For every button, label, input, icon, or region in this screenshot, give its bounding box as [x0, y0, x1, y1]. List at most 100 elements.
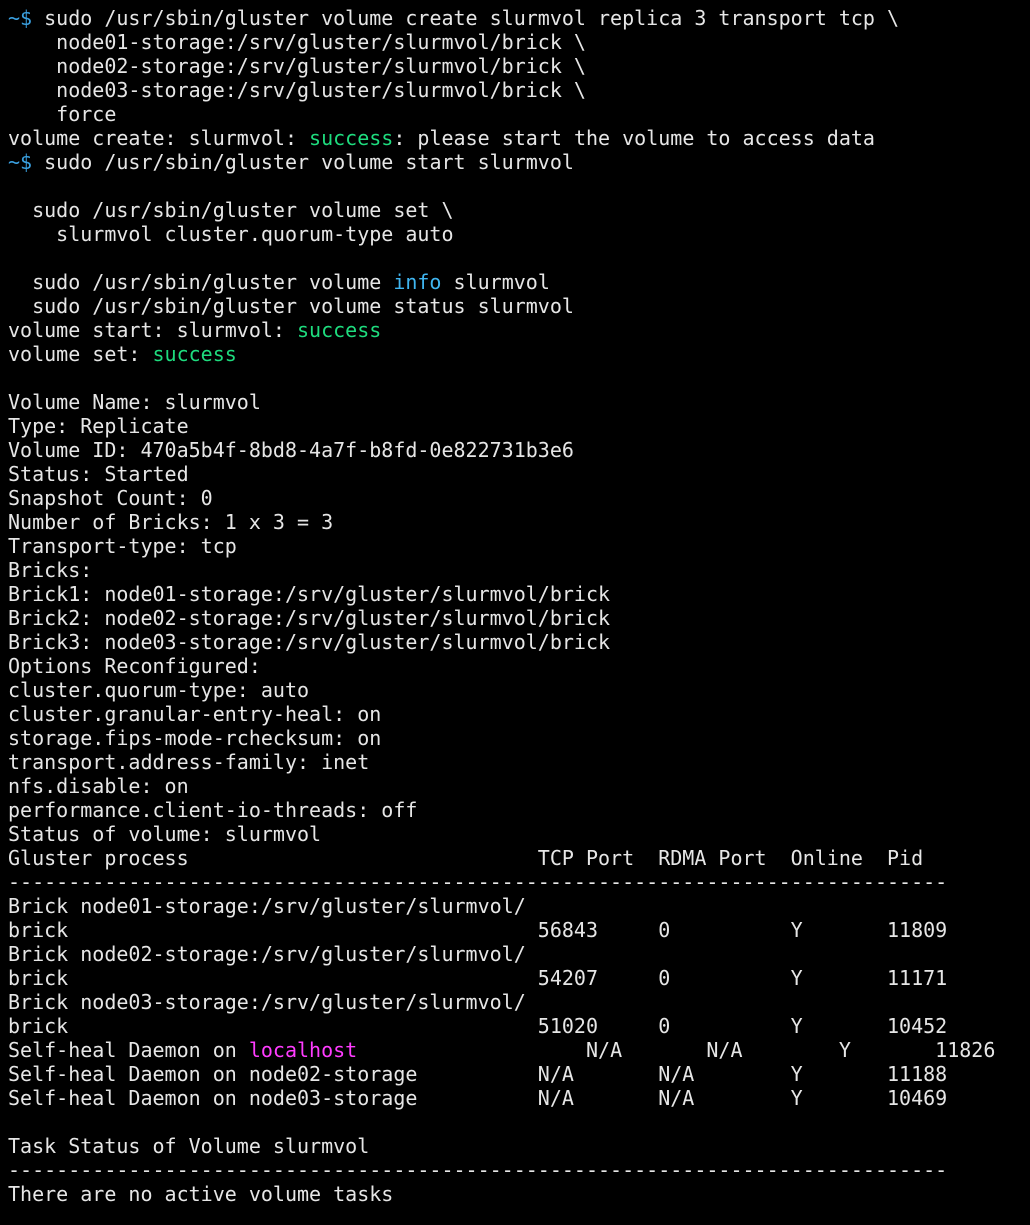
terminal-line: Brick1: node01-storage:/srv/gluster/slur…: [8, 582, 1028, 606]
terminal-text: slurmvol cluster.quorum-type auto: [8, 222, 454, 246]
terminal-line: Brick2: node02-storage:/srv/gluster/slur…: [8, 606, 1028, 630]
terminal-text: transport.address-family: inet: [8, 750, 370, 774]
shell-prompt: ~$: [8, 6, 45, 30]
terminal-text: sudo /usr/sbin/gluster volume create slu…: [44, 6, 900, 30]
terminal-text: sudo /usr/sbin/gluster volume start slur…: [44, 150, 574, 174]
terminal-line: Volume Name: slurmvol: [8, 390, 1028, 414]
terminal-line: Brick3: node03-storage:/srv/gluster/slur…: [8, 630, 1028, 654]
terminal-line: ~$ sudo /usr/sbin/gluster volume start s…: [8, 150, 1028, 174]
terminal-text: node03-storage:/srv/gluster/slurmvol/bri…: [8, 78, 586, 102]
terminal-line: slurmvol cluster.quorum-type auto: [8, 222, 1028, 246]
terminal-text: ----------------------------------------…: [8, 1158, 948, 1182]
terminal-line: storage.fips-mode-rchecksum: on: [8, 726, 1028, 750]
terminal-line: brick 56843 0 Y 11809: [8, 918, 1028, 942]
terminal-text: info: [393, 270, 442, 294]
terminal-line: Status of volume: slurmvol: [8, 822, 1028, 846]
terminal-text: Volume Name: slurmvol: [8, 390, 261, 414]
terminal-line: Gluster process TCP Port RDMA Port Onlin…: [8, 846, 1028, 870]
terminal-text: force: [8, 102, 117, 126]
terminal-text: brick 51020 0 Y 10452: [8, 1014, 948, 1038]
terminal-line: nfs.disable: on: [8, 774, 1028, 798]
terminal-text: Brick2: node02-storage:/srv/gluster/slur…: [8, 606, 611, 630]
terminal-text: Options Reconfigured:: [8, 654, 261, 678]
terminal-text: Bricks:: [8, 558, 93, 582]
terminal-line: transport.address-family: inet: [8, 750, 1028, 774]
terminal-text: localhost: [248, 1038, 358, 1062]
terminal-line: Brick node03-storage:/srv/gluster/slurmv…: [8, 990, 1028, 1014]
terminal-text: Gluster process TCP Port RDMA Port Onlin…: [8, 846, 924, 870]
terminal-text: ----------------------------------------…: [8, 870, 948, 894]
terminal-text: Brick node03-storage:/srv/gluster/slurmv…: [8, 990, 526, 1014]
terminal-line: brick 54207 0 Y 11171: [8, 966, 1028, 990]
terminal-text: success: [309, 126, 394, 150]
terminal-text: cluster.granular-entry-heal: on: [8, 702, 382, 726]
terminal-text: node01-storage:/srv/gluster/slurmvol/bri…: [8, 30, 586, 54]
terminal-text: Self-heal Daemon on: [8, 1038, 249, 1062]
terminal-text: volume create: slurmvol:: [8, 126, 310, 150]
terminal-line: Brick node02-storage:/srv/gluster/slurmv…: [8, 942, 1028, 966]
terminal-text: volume start: slurmvol:: [8, 318, 297, 342]
terminal-line: sudo /usr/sbin/gluster volume info slurm…: [8, 270, 1028, 294]
terminal-line: Self-heal Daemon on node02-storage N/A N…: [8, 1062, 1028, 1086]
terminal-text: Snapshot Count: 0: [8, 486, 213, 510]
terminal-text: Transport-type: tcp: [8, 534, 237, 558]
terminal-text: success: [296, 318, 382, 342]
terminal-line: Self-heal Daemon on node03-storage N/A N…: [8, 1086, 1028, 1110]
terminal-text: Self-heal Daemon on node02-storage N/A N…: [8, 1062, 948, 1086]
terminal-line: volume create: slurmvol: success: please…: [8, 126, 1028, 150]
terminal-text: Brick3: node03-storage:/srv/gluster/slur…: [8, 630, 611, 654]
terminal-text: success: [152, 342, 237, 366]
terminal-text: Task Status of Volume slurmvol: [8, 1134, 370, 1158]
terminal-line: ~$ sudo /usr/sbin/gluster volume create …: [8, 6, 1028, 30]
terminal-line: Number of Bricks: 1 x 3 = 3: [8, 510, 1028, 534]
terminal-line: Status: Started: [8, 462, 1028, 486]
terminal-text: nfs.disable: on: [8, 774, 189, 798]
terminal-line: There are no active volume tasks: [8, 1182, 1028, 1206]
terminal-line: sudo /usr/sbin/gluster volume status slu…: [8, 294, 1028, 318]
terminal-text: Brick node01-storage:/srv/gluster/slurmv…: [8, 894, 526, 918]
terminal-line: Volume ID: 470a5b4f-8bd8-4a7f-b8fd-0e822…: [8, 438, 1028, 462]
terminal-text: Brick node02-storage:/srv/gluster/slurmv…: [8, 942, 526, 966]
terminal-line: performance.client-io-threads: off: [8, 798, 1028, 822]
terminal-line: node02-storage:/srv/gluster/slurmvol/bri…: [8, 54, 1028, 78]
terminal-line: force: [8, 102, 1028, 126]
terminal-text: Type: Replicate: [8, 414, 189, 438]
terminal-line: cluster.quorum-type: auto: [8, 678, 1028, 702]
terminal-line: ----------------------------------------…: [8, 1158, 1028, 1182]
terminal-line: sudo /usr/sbin/gluster volume set \: [8, 198, 1028, 222]
terminal-text: storage.fips-mode-rchecksum: on: [8, 726, 382, 750]
terminal-line: Brick node01-storage:/srv/gluster/slurmv…: [8, 894, 1028, 918]
terminal-text: sudo /usr/sbin/gluster volume: [8, 270, 394, 294]
terminal-text: : please start the volume to access data: [393, 126, 875, 150]
terminal-output[interactable]: ~$ sudo /usr/sbin/gluster volume create …: [8, 6, 1028, 1221]
terminal-line: ----------------------------------------…: [8, 870, 1028, 894]
terminal-line: node01-storage:/srv/gluster/slurmvol/bri…: [8, 30, 1028, 54]
terminal-line: cluster.granular-entry-heal: on: [8, 702, 1028, 726]
terminal-text: cluster.quorum-type: auto: [8, 678, 310, 702]
terminal-line: brick 51020 0 Y 10452: [8, 1014, 1028, 1038]
terminal-line: Type: Replicate: [8, 414, 1028, 438]
shell-prompt: ~$: [8, 150, 45, 174]
terminal-text: Number of Bricks: 1 x 3 = 3: [8, 510, 334, 534]
terminal-text: Volume ID: 470a5b4f-8bd8-4a7f-b8fd-0e822…: [8, 438, 574, 462]
terminal-text: Status: Started: [8, 462, 189, 486]
terminal-text: Status of volume: slurmvol: [8, 822, 322, 846]
terminal-line: Task Status of Volume slurmvol: [8, 1134, 1028, 1158]
terminal-text: Brick1: node01-storage:/srv/gluster/slur…: [8, 582, 611, 606]
terminal-line: Self-heal Daemon on localhost N/A N/A Y …: [8, 1038, 1028, 1062]
terminal-line: node03-storage:/srv/gluster/slurmvol/bri…: [8, 78, 1028, 102]
terminal-text: sudo /usr/sbin/gluster volume status slu…: [8, 294, 574, 318]
terminal-text: There are no active volume tasks: [8, 1182, 394, 1206]
terminal-line: volume set: success: [8, 342, 1028, 366]
terminal-text: brick 54207 0 Y 11171: [8, 966, 948, 990]
terminal-text: performance.client-io-threads: off: [8, 798, 418, 822]
terminal-text: sudo /usr/sbin/gluster volume set \: [8, 198, 454, 222]
terminal-line: Bricks:: [8, 558, 1028, 582]
terminal-text: volume set:: [8, 342, 153, 366]
terminal-text: node02-storage:/srv/gluster/slurmvol/bri…: [8, 54, 586, 78]
terminal-text: N/A N/A Y 11826: [357, 1038, 996, 1062]
